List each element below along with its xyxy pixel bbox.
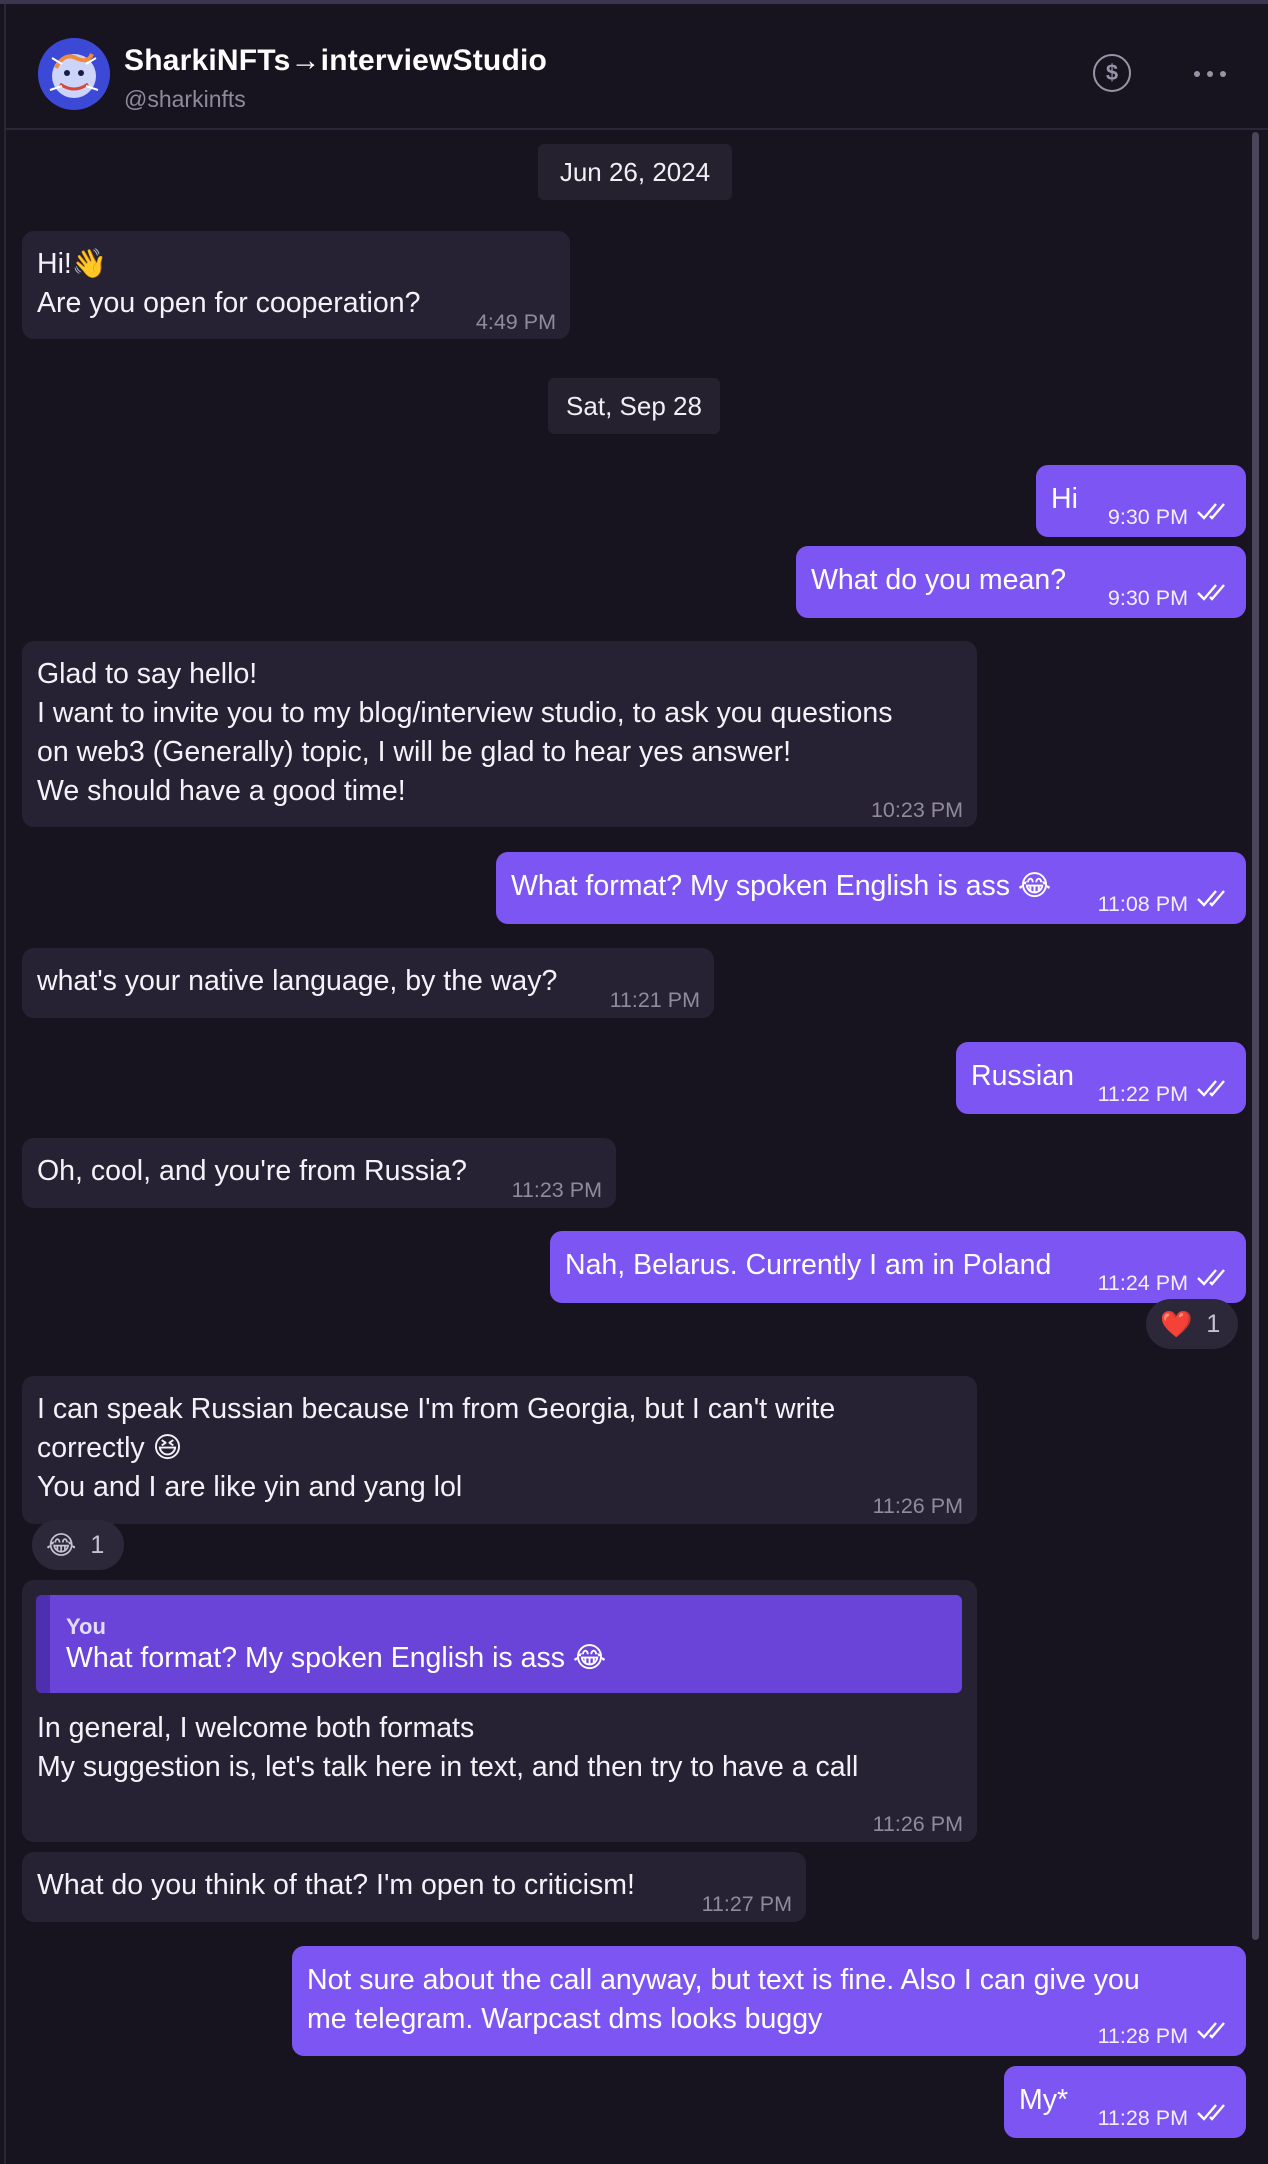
message-incoming[interactable]: I can speak Russian because I'm from Geo… <box>22 1376 977 1524</box>
message-outgoing[interactable]: Nah, Belarus. Currently I am in Poland 1… <box>550 1231 1246 1303</box>
date-separator: Sat, Sep 28 <box>548 378 720 434</box>
message-text: Nah, Belarus. Currently I am in Poland <box>565 1249 1052 1281</box>
double-check-icon <box>1197 584 1225 601</box>
more-dot <box>1220 71 1226 77</box>
message-incoming[interactable]: what's your native language, by the way?… <box>22 948 714 1018</box>
dollar-circle-icon[interactable]: $ <box>1093 54 1131 92</box>
message-text: me telegram. Warpcast dms looks buggy <box>307 2003 823 2035</box>
more-dot <box>1207 71 1213 77</box>
message-time: 11:28 PM <box>1097 2106 1188 2130</box>
message-text: What format? My spoken English is ass 😂 <box>511 870 1052 902</box>
message-time: 11:22 PM <box>1097 1082 1188 1106</box>
reaction-emoji: ❤️ <box>1160 1308 1193 1339</box>
chat-handle: @sharkinfts <box>124 86 246 112</box>
reaction-count: 1 <box>90 1530 105 1559</box>
reaction-emoji: 😂 <box>46 1529 77 1560</box>
message-text: What do you think of that? I'm open to c… <box>37 1869 635 1901</box>
message-time: 10:23 PM <box>870 798 963 822</box>
message-outgoing[interactable]: Hi 9:30 PM <box>1036 465 1246 537</box>
message-incoming[interactable]: Oh, cool, and you're from Russia? 11:23 … <box>22 1138 616 1208</box>
message-time: 11:24 PM <box>1097 1271 1188 1295</box>
message-incoming[interactable]: Glad to say hello! I want to invite you … <box>22 641 977 827</box>
window-left-border <box>4 4 6 2164</box>
avatar[interactable] <box>38 38 110 110</box>
message-text: correctly 😆 <box>37 1432 183 1464</box>
message-time: 11:27 PM <box>701 1892 792 1916</box>
message-incoming[interactable]: Hi!👋 Are you open for cooperation? 4:49 … <box>22 231 570 339</box>
avatar-illustration <box>38 38 110 110</box>
date-separator-label: Sat, Sep 28 <box>566 390 702 421</box>
message-outgoing[interactable]: Not sure about the call anyway, but text… <box>292 1946 1246 2056</box>
message-time: 9:30 PM <box>1107 586 1188 610</box>
message-time: 11:26 PM <box>872 1812 963 1836</box>
reply-quote-text: What format? My spoken English is ass 😂 <box>66 1642 607 1674</box>
chat-header: SharkiNFTs→interviewStudio @sharkinfts $ <box>6 4 1268 130</box>
reply-quote[interactable]: You What format? My spoken English is as… <box>36 1595 962 1693</box>
message-outgoing[interactable]: What format? My spoken English is ass 😂 … <box>496 852 1246 924</box>
message-text: Are you open for cooperation? <box>37 287 421 319</box>
message-incoming[interactable]: What do you think of that? I'm open to c… <box>22 1852 806 1922</box>
message-time: 11:08 PM <box>1097 892 1188 916</box>
message-text: Not sure about the call anyway, but text… <box>307 1964 1140 1996</box>
reaction-laugh[interactable]: 😂 1 <box>32 1520 124 1570</box>
message-text: My suggestion is, let's talk here in tex… <box>37 1751 859 1783</box>
more-horizontal-icon[interactable] <box>1184 54 1236 94</box>
message-outgoing[interactable]: What do you mean? 9:30 PM <box>796 546 1246 618</box>
message-text: Russian <box>971 1060 1074 1092</box>
reaction-heart[interactable]: ❤️ 1 <box>1146 1299 1238 1349</box>
message-text: Hi!👋 <box>37 248 108 280</box>
date-separator-label: Jun 26, 2024 <box>559 156 711 187</box>
scrollbar-thumb[interactable] <box>1252 132 1259 1940</box>
message-text: on web3 (Generally) topic, I will be gla… <box>37 736 792 768</box>
message-time: 4:49 PM <box>475 310 556 334</box>
double-check-icon <box>1197 2104 1225 2121</box>
message-text: Glad to say hello! <box>37 658 258 690</box>
double-check-icon <box>1197 503 1225 520</box>
double-check-icon <box>1197 1080 1225 1097</box>
message-time: 11:28 PM <box>1097 2024 1188 2048</box>
message-time: 11:23 PM <box>511 1178 602 1202</box>
reaction-count: 1 <box>1206 1309 1221 1338</box>
message-text: In general, I welcome both formats <box>37 1712 475 1744</box>
double-check-icon <box>1197 890 1225 907</box>
date-separator: Jun 26, 2024 <box>538 144 732 200</box>
message-outgoing[interactable]: My* 11:28 PM <box>1004 2066 1246 2138</box>
message-time: 11:21 PM <box>609 988 700 1012</box>
message-text: I want to invite you to my blog/intervie… <box>37 697 893 729</box>
double-check-icon <box>1197 1269 1225 1286</box>
message-text: What do you mean? <box>811 564 1067 596</box>
message-incoming-reply[interactable]: You What format? My spoken English is as… <box>22 1580 977 1842</box>
message-time: 9:30 PM <box>1107 505 1188 529</box>
message-text: I can speak Russian because I'm from Geo… <box>37 1393 836 1425</box>
message-text: Hi <box>1051 483 1078 515</box>
more-dot <box>1194 71 1200 77</box>
message-text: My* <box>1019 2084 1069 2116</box>
message-time: 11:26 PM <box>872 1494 963 1518</box>
chat-title: SharkiNFTs→interviewStudio <box>124 44 548 77</box>
message-text: You and I are like yin and yang lol <box>37 1471 463 1503</box>
double-check-icon <box>1197 2022 1225 2039</box>
dollar-symbol: $ <box>1105 60 1119 85</box>
message-text: what's your native language, by the way? <box>37 965 558 997</box>
reply-quote-bar <box>36 1595 50 1693</box>
message-text: Oh, cool, and you're from Russia? <box>37 1155 467 1187</box>
message-outgoing[interactable]: Russian 11:22 PM <box>956 1042 1246 1114</box>
message-text: We should have a good time! <box>37 775 406 807</box>
